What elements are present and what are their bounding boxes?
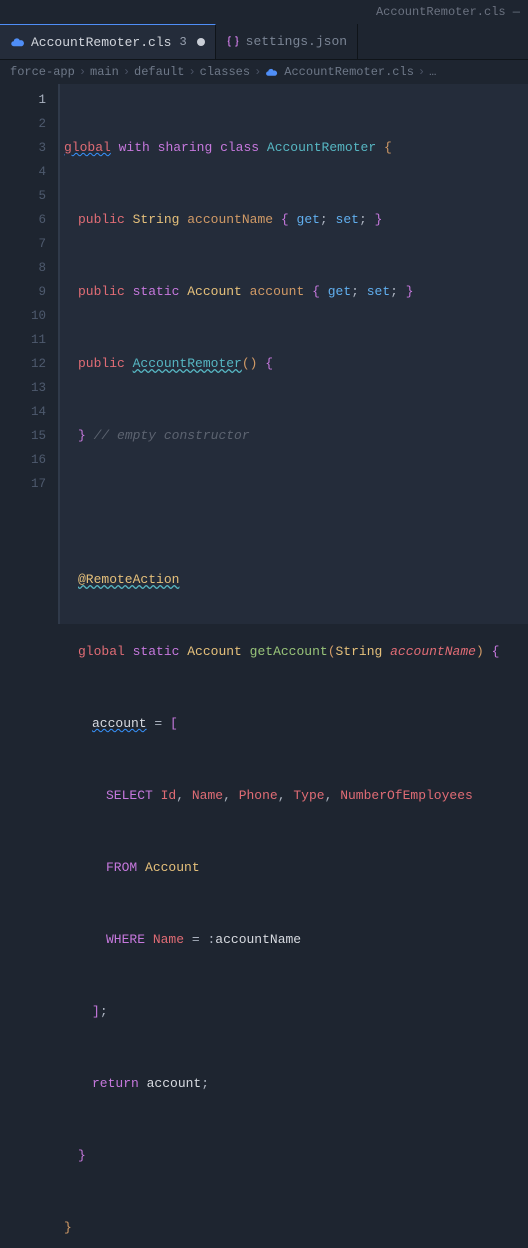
- line-number: 11: [0, 328, 46, 352]
- crumb[interactable]: main: [90, 65, 119, 79]
- tab-problems-badge: 3: [179, 35, 186, 49]
- titlebar-filename: AccountRemoter.cls —: [376, 5, 520, 19]
- line-number: 12: [0, 352, 46, 376]
- tab-label: AccountRemoter.cls: [31, 35, 171, 50]
- line-number: 1: [0, 88, 46, 112]
- breadcrumb[interactable]: force-app › main › default › classes › A…: [0, 60, 528, 84]
- line-number: 2: [0, 112, 46, 136]
- line-number: 13: [0, 376, 46, 400]
- tab-settings-json[interactable]: settings.json: [216, 24, 358, 59]
- code-area[interactable]: global with sharing class AccountRemoter…: [58, 84, 528, 624]
- chevron-right-icon: ›: [418, 65, 425, 79]
- line-number: 16: [0, 448, 46, 472]
- editor: 1 2 3 4 5 6 7 8 9 10 11 12 13 14 15 16 1…: [0, 84, 528, 624]
- crumb[interactable]: classes: [200, 65, 250, 79]
- crumb[interactable]: force-app: [10, 65, 75, 79]
- code-line: } // empty constructor: [64, 424, 528, 448]
- code-line: }: [64, 1144, 528, 1168]
- line-number: 6: [0, 208, 46, 232]
- tab-bar: AccountRemoter.cls 3 settings.json: [0, 24, 528, 60]
- code-line: public static Account account { get; set…: [64, 280, 528, 304]
- crumb[interactable]: AccountRemoter.cls: [284, 65, 414, 79]
- chevron-right-icon: ›: [188, 65, 195, 79]
- line-number: 10: [0, 304, 46, 328]
- code-line: account = [: [64, 712, 528, 736]
- chevron-right-icon: ›: [79, 65, 86, 79]
- line-number-gutter: 1 2 3 4 5 6 7 8 9 10 11 12 13 14 15 16 1…: [0, 84, 58, 624]
- line-number: 3: [0, 136, 46, 160]
- code-line: }: [64, 1216, 528, 1240]
- code-line: global with sharing class AccountRemoter…: [64, 136, 528, 160]
- line-number: 9: [0, 280, 46, 304]
- code-line: @RemoteAction: [64, 568, 528, 592]
- titlebar: AccountRemoter.cls —: [0, 0, 528, 24]
- code-line: public AccountRemoter() {: [64, 352, 528, 376]
- tab-label: settings.json: [246, 34, 347, 49]
- cloud-icon: [265, 66, 278, 79]
- line-number: 8: [0, 256, 46, 280]
- braces-icon: [226, 35, 240, 49]
- code-line: return account;: [64, 1072, 528, 1096]
- line-number: 14: [0, 400, 46, 424]
- code-line: ];: [64, 1000, 528, 1024]
- line-number: 7: [0, 232, 46, 256]
- tab-account-remoter[interactable]: AccountRemoter.cls 3: [0, 24, 216, 59]
- code-line: FROM Account: [64, 856, 528, 880]
- line-number: 17: [0, 472, 46, 496]
- chevron-right-icon: ›: [254, 65, 261, 79]
- chevron-right-icon: ›: [123, 65, 130, 79]
- dirty-indicator-icon: [197, 38, 205, 46]
- code-line: global static Account getAccount(String …: [64, 640, 528, 664]
- line-number: 5: [0, 184, 46, 208]
- crumb[interactable]: default: [134, 65, 184, 79]
- code-line: public String accountName { get; set; }: [64, 208, 528, 232]
- line-number: 4: [0, 160, 46, 184]
- crumb-more[interactable]: …: [429, 65, 436, 79]
- code-line: WHERE Name = :accountName: [64, 928, 528, 952]
- code-line: [64, 496, 528, 520]
- cloud-icon: [10, 35, 25, 50]
- code-line: SELECT Id, Name, Phone, Type, NumberOfEm…: [64, 784, 528, 808]
- line-number: 15: [0, 424, 46, 448]
